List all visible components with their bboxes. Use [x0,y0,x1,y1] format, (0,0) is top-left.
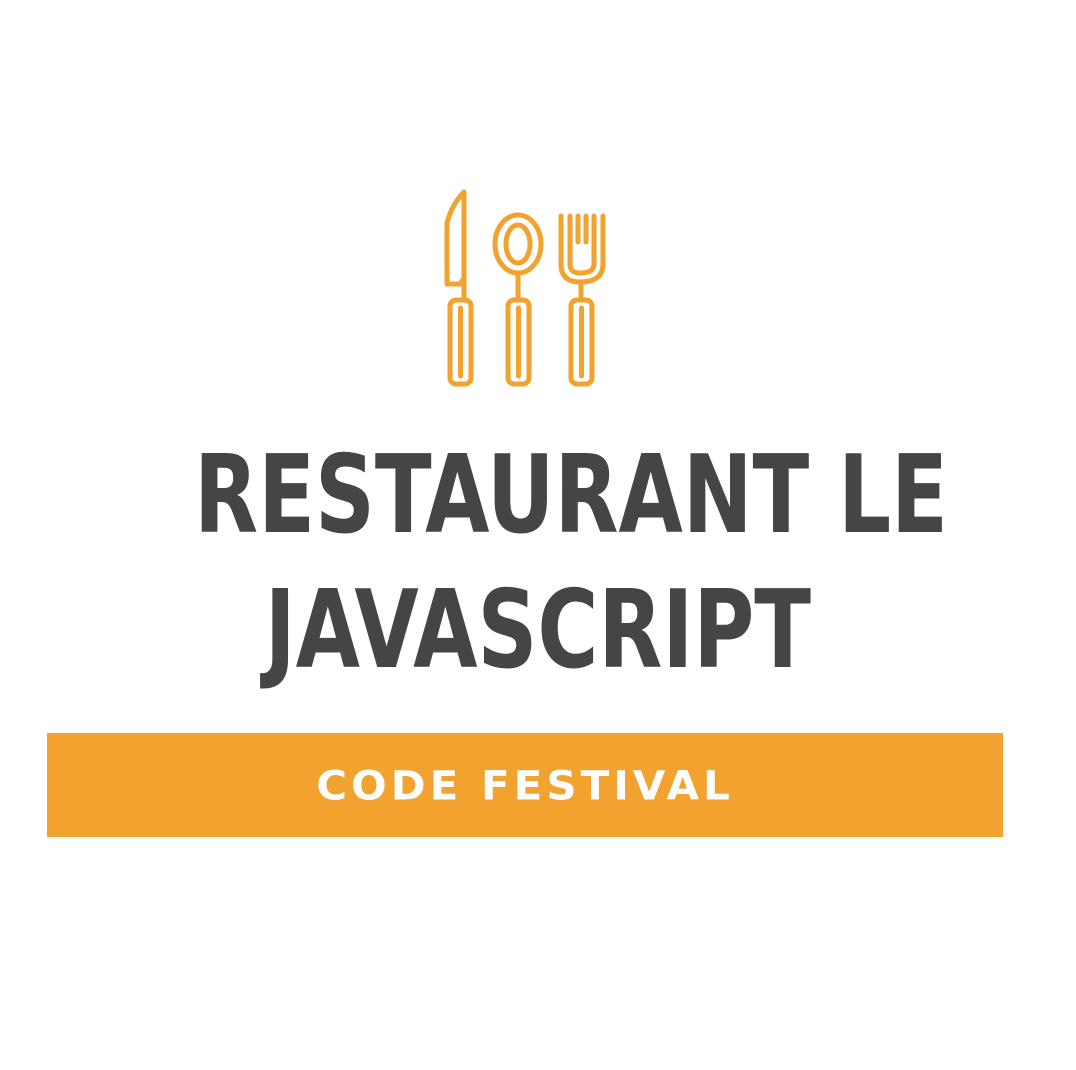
page-title-line-2: JAVASCRIPT [0,567,1076,693]
spoon-icon [492,212,544,387]
cutlery-icon [430,186,620,390]
banner-label: CODE FESTIVAL [316,761,734,809]
fork-icon [558,213,606,387]
title-line-2-text: JAVASCRIPT [264,566,812,693]
event-banner: CODE FESTIVAL [47,733,1003,837]
page-title-line-1: RESTAURANT LE [0,432,1076,558]
title-line-1-text: RESTAURANT LE [194,431,948,558]
knife-icon [444,189,474,387]
